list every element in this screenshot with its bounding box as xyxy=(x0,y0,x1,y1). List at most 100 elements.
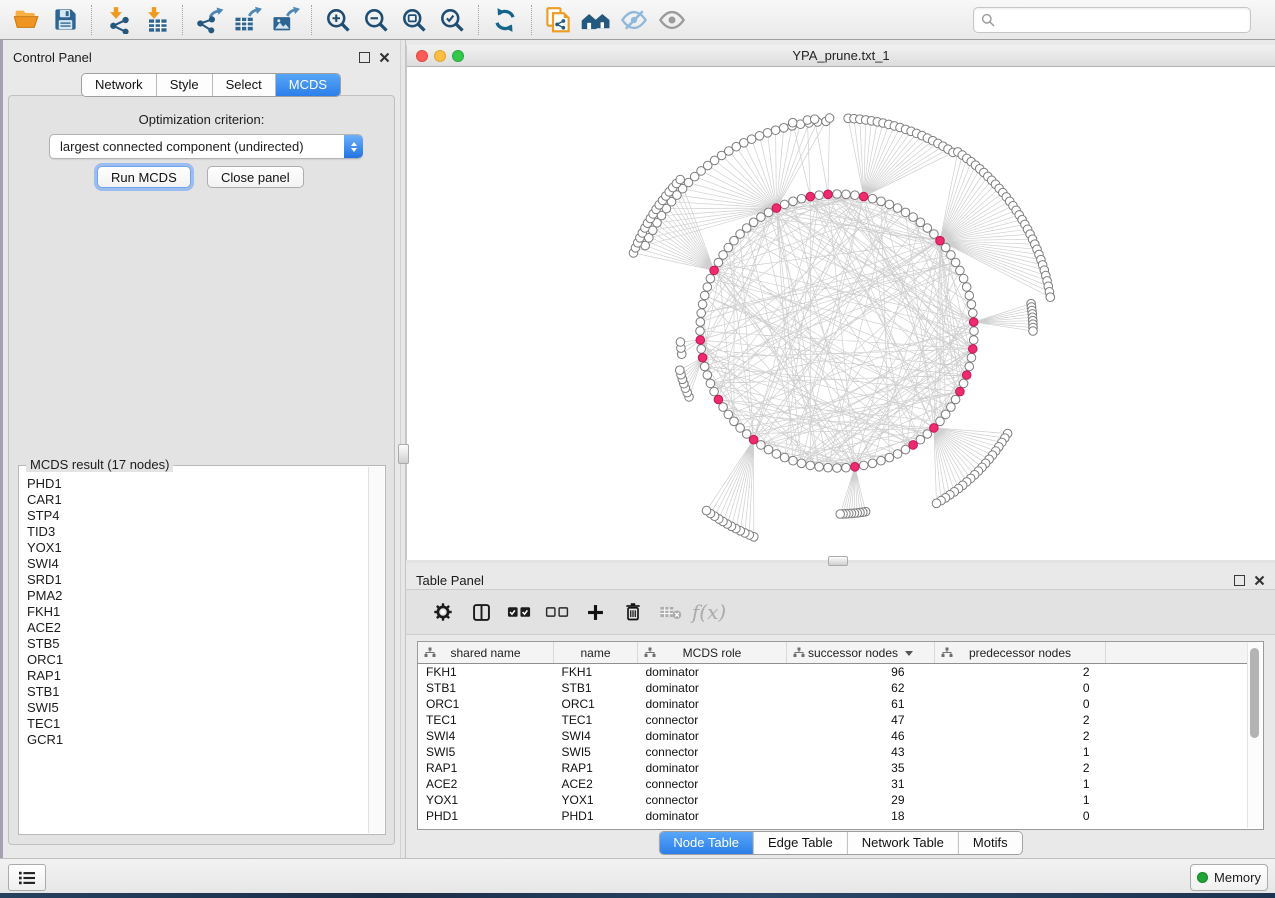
network-graph[interactable] xyxy=(407,67,1275,560)
mcds-result-item[interactable]: FKH1 xyxy=(27,604,369,620)
table-row[interactable]: FKH1FKH1dominator962 xyxy=(418,664,1255,681)
toolbar-separator xyxy=(478,5,479,35)
hide-selected-button[interactable] xyxy=(615,3,653,37)
show-all-button[interactable] xyxy=(653,3,691,37)
search-input[interactable] xyxy=(1000,11,1243,28)
table-row[interactable]: YOX1YOX1connector291 xyxy=(418,792,1255,808)
mcds-result-item[interactable]: CAR1 xyxy=(27,492,369,508)
column-header-shared-name[interactable]: shared name xyxy=(418,642,554,664)
mcds-result-item[interactable]: STB5 xyxy=(27,636,369,652)
delete-table-icon xyxy=(659,603,683,621)
show-task-history-button[interactable] xyxy=(8,864,46,891)
mcds-result-item[interactable]: STB1 xyxy=(27,684,369,700)
column-header-name[interactable]: name xyxy=(554,642,638,664)
mcds-list-scrollbar[interactable] xyxy=(368,467,384,833)
table-row[interactable]: ACE2ACE2connector311 xyxy=(418,776,1255,792)
horizontal-splitter-grip[interactable] xyxy=(828,556,848,566)
delete-column-button[interactable] xyxy=(616,596,650,628)
mcds-result-item[interactable]: SRD1 xyxy=(27,572,369,588)
table-row[interactable]: PHD1PHD1dominator180 xyxy=(418,808,1255,824)
open-file-button[interactable] xyxy=(8,3,46,37)
mcds-result-item[interactable]: TID3 xyxy=(27,524,369,540)
column-header-filler xyxy=(1106,642,1256,664)
mcds-result-item[interactable]: STP4 xyxy=(27,508,369,524)
table-toolbar: f(x) xyxy=(406,589,1275,635)
optimization-criterion-value: largest connected component (undirected) xyxy=(50,139,344,154)
float-panel-icon[interactable] xyxy=(359,52,370,63)
mcds-result-item[interactable]: ACE2 xyxy=(27,620,369,636)
column-header-predecessor-nodes[interactable]: predecessor nodes xyxy=(935,642,1106,664)
table-scrollbar-thumb[interactable] xyxy=(1250,648,1259,738)
save-session-button[interactable] xyxy=(46,3,84,37)
duplicate-network-button[interactable] xyxy=(539,3,577,37)
unselect-all-columns-button[interactable] xyxy=(540,596,574,628)
zoom-out-button[interactable] xyxy=(357,3,395,37)
table-row[interactable]: ORC1ORC1dominator610 xyxy=(418,696,1255,712)
import-table-button[interactable] xyxy=(137,3,175,37)
tab-motifs[interactable]: Motifs xyxy=(959,832,1022,854)
close-panel-button[interactable]: Close panel xyxy=(207,166,304,188)
import-network-icon xyxy=(104,6,132,34)
function-builder-button[interactable]: f(x) xyxy=(692,596,726,628)
first-neighbors-button[interactable] xyxy=(577,3,615,37)
close-panel-icon[interactable] xyxy=(1254,575,1265,586)
zoom-fit-button[interactable] xyxy=(395,3,433,37)
tab-mcds[interactable]: MCDS xyxy=(276,74,340,96)
tab-edge-table[interactable]: Edge Table xyxy=(754,832,848,854)
column-header-MCDS-role[interactable]: MCDS role xyxy=(638,642,787,664)
export-network-button[interactable] xyxy=(190,3,228,37)
export-network-icon xyxy=(194,6,224,34)
network-window-titlebar[interactable]: YPA_prune.txt_1 xyxy=(407,45,1275,67)
optimization-criterion-select[interactable]: largest connected component (undirected) xyxy=(49,134,363,159)
float-panel-icon[interactable] xyxy=(1234,575,1245,586)
tab-select[interactable]: Select xyxy=(213,74,276,96)
tab-network-table[interactable]: Network Table xyxy=(848,832,959,854)
mcds-result-item[interactable]: SWI4 xyxy=(27,556,369,572)
mcds-result-item[interactable]: SWI5 xyxy=(27,700,369,716)
table-scrollbar[interactable] xyxy=(1247,643,1262,828)
network-canvas[interactable] xyxy=(407,67,1275,560)
toolbar-separator xyxy=(182,5,183,35)
close-panel-icon[interactable] xyxy=(379,52,390,63)
memory-button[interactable]: Memory xyxy=(1190,864,1268,891)
column-header-successor-nodes[interactable]: successor nodes xyxy=(787,642,935,664)
refresh-view-button[interactable] xyxy=(486,3,524,37)
select-all-columns-button[interactable] xyxy=(502,596,536,628)
import-table-icon xyxy=(142,6,170,34)
table-row[interactable]: SWI5SWI5connector431 xyxy=(418,744,1255,760)
create-column-button[interactable] xyxy=(578,596,612,628)
show-column-panel-button[interactable] xyxy=(464,596,498,628)
run-mcds-button[interactable]: Run MCDS xyxy=(97,166,191,188)
attribute-type-icon xyxy=(424,647,436,658)
mcds-result-item[interactable]: TEC1 xyxy=(27,716,369,732)
mcds-result-item[interactable]: PHD1 xyxy=(27,476,369,492)
search-field[interactable] xyxy=(973,7,1251,33)
table-row[interactable]: STB1STB1dominator620 xyxy=(418,680,1255,696)
zoom-selected-button[interactable] xyxy=(433,3,471,37)
tab-network[interactable]: Network xyxy=(82,74,157,96)
table-row[interactable]: RAP1RAP1dominator352 xyxy=(418,760,1255,776)
search-icon xyxy=(981,13,995,27)
mcds-result-item[interactable]: GCR1 xyxy=(27,732,369,748)
tab-node-table[interactable]: Node Table xyxy=(659,832,754,854)
table-settings-button[interactable] xyxy=(426,596,460,628)
sort-indicator-icon xyxy=(905,651,913,656)
table-row[interactable]: SWI4SWI4dominator462 xyxy=(418,728,1255,744)
export-table-button[interactable] xyxy=(228,3,266,37)
delete-table-button[interactable] xyxy=(654,596,688,628)
zoom-in-button[interactable] xyxy=(319,3,357,37)
tab-style[interactable]: Style xyxy=(157,74,213,96)
duplicate-network-icon xyxy=(543,5,573,35)
mcds-result-list[interactable]: PHD1CAR1STP4TID3YOX1SWI4SRD1PMA2FKH1ACE2… xyxy=(20,470,369,833)
table-row[interactable]: TEC1TEC1connector472 xyxy=(418,712,1255,728)
vertical-splitter-grip[interactable] xyxy=(398,444,409,464)
mcds-result-group: MCDS result (17 nodes) PHD1CAR1STP4TID3Y… xyxy=(18,465,386,835)
mcds-result-item[interactable]: RAP1 xyxy=(27,668,369,684)
export-image-button[interactable] xyxy=(266,3,304,37)
mcds-result-item[interactable]: YOX1 xyxy=(27,540,369,556)
table-panel: Table Panel xyxy=(406,563,1275,858)
mcds-result-item[interactable]: ORC1 xyxy=(27,652,369,668)
mcds-result-item[interactable]: PMA2 xyxy=(27,588,369,604)
import-network-button[interactable] xyxy=(99,3,137,37)
select-stepper-icon xyxy=(344,135,363,158)
